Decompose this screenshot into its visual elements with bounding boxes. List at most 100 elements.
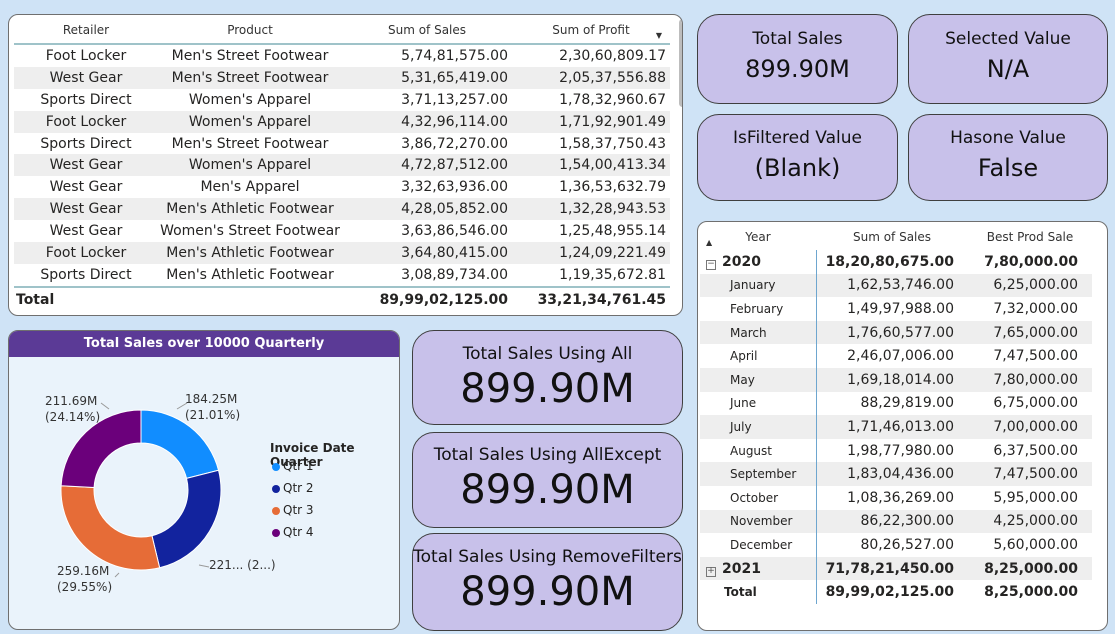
col-header-retailer[interactable]: Retailer [14,17,158,45]
row-value: 71,78,21,450.00 [816,556,968,581]
table-cell: 3,63,86,546.00 [401,223,508,240]
month-value: 1,71,46,013.00 [816,415,968,439]
table-cell: Women's Apparel [158,154,342,177]
table-row[interactable]: Foot Locker Men's Street Footwear 5,74,81,… [14,44,670,67]
sort-asc-icon: ▲ [706,238,713,247]
table-cell: West Gear [49,179,123,196]
table-cell: West Gear [14,66,158,89]
card-title: Hasone Value [950,128,1066,148]
month-label: December [700,533,817,557]
month-value: 5,60,000.00 [993,536,1078,553]
retailer-product-table: Retailer Product Sum of Sales Sum of Pro… [8,14,683,316]
month-row[interactable]: February 1,49,97,988.00 7,32,000.00 [700,297,1092,321]
legend-item-qtr3[interactable]: Qtr 3 [272,503,314,517]
legend-item-qtr2[interactable]: Qtr 2 [272,481,314,495]
donut-chart-panel: Total Sales over 10000 Quarterly 184.25M… [8,330,400,630]
donut-slice-qtr3[interactable] [60,485,161,571]
year-row-2020[interactable]: −2020 18,20,80,675.00 7,80,000.00 [700,250,1092,274]
month-value: 7,80,000.00 [968,367,1092,392]
expand-icon[interactable]: + [706,566,716,577]
card-value: 899.90M [460,366,635,412]
month-value: 7,65,000.00 [968,320,1092,345]
table-cell: 3,32,63,936.00 [401,179,508,196]
month-row[interactable]: August 1,98,77,980.00 6,37,500.00 [700,438,1092,463]
table-row[interactable]: West Gear Men's Athletic Footwear 4,28,05,… [14,198,670,221]
row-label: Total [724,585,757,600]
month-value: 5,95,000.00 [993,489,1078,506]
col-header-sum-of-profit[interactable]: Sum of Profit ▼ [512,17,670,45]
month-row[interactable]: March 1,76,60,577.00 7,65,000.00 [700,320,1092,345]
table-cell: 1,78,32,960.67 [559,91,666,108]
month-row[interactable]: September 1,83,04,436.00 7,47,500.00 [700,462,1092,486]
col-header-best-prod-sale[interactable]: Best Prod Sale [968,224,1092,250]
legend-dot-icon [272,484,280,493]
table-row[interactable]: Sports Direct Men's Athletic Footwear 3,08… [14,264,670,287]
table-row[interactable]: West Gear Women's Street Footwear 3,63,86,… [14,220,670,242]
year-month-matrix: Year ▲ Sum of Sales Best Prod Sale −2020 … [697,221,1108,631]
year-table: Year ▲ Sum of Sales Best Prod Sale −2020 … [700,224,1093,604]
month-row[interactable]: June 88,29,819.00 6,75,000.00 [700,391,1092,416]
table-cell: 5,31,65,419.00 [342,66,512,89]
col-header-sum-of-sales[interactable]: Sum of Sales [816,224,968,250]
legend-dot-icon [272,506,280,515]
table-cell: 4,32,96,114.00 [342,110,512,133]
month-value: 1,98,77,980.00 [847,442,954,459]
month-value: 7,47,500.00 [993,348,1078,365]
card-value: 899.90M [460,467,635,513]
legend-item-qtr4[interactable]: Qtr 4 [272,525,314,539]
month-row[interactable]: January 1,62,53,746.00 6,25,000.00 [700,273,1092,298]
month-row[interactable]: December 80,26,527.00 5,60,000.00 [700,533,1092,557]
month-row[interactable]: July 1,71,46,013.00 7,00,000.00 [700,415,1092,439]
table-row[interactable]: West Gear Women's Apparel 4,72,87,512.00 1,… [14,154,670,177]
table-cell: 3,64,80,415.00 [342,242,512,264]
card-title: Total Sales [752,29,843,49]
month-label: November [700,509,817,534]
month-value: 86,22,300.00 [816,509,968,534]
col-header-product[interactable]: Product [158,17,342,45]
scrollbar-thumb[interactable] [679,19,682,107]
total-row: Total 89,99,02,125.00 8,25,000.00 [700,580,1092,604]
month-label: October [700,485,817,510]
total-sales-using-allexcept-card: Total Sales Using AllExcept 899.90M [412,432,683,528]
month-value: 4,25,000.00 [968,509,1092,534]
month-value: 1,83,04,436.00 [816,462,968,486]
col-header-sum-of-sales[interactable]: Sum of Sales [342,17,512,45]
legend-dot-icon [272,462,280,471]
table-row[interactable]: West Gear Men's Street Footwear 5,31,65,41… [14,66,670,89]
table-row[interactable]: Sports Direct Men's Street Footwear 3,86,7… [14,133,670,155]
month-label: September [700,462,817,486]
card-title: Total Sales Using RemoveFilters [413,547,682,567]
data-label-qtr3: 259.16M (29.55%) [57,564,113,594]
card-value: False [977,154,1039,182]
table-row[interactable]: West Gear Men's Apparel 3,32,63,936.00 1,36… [14,176,670,198]
table-cell: 4,72,87,512.00 [342,154,512,177]
total-sales-card: Total Sales 899.90M [697,14,898,104]
month-value: 80,26,527.00 [860,536,954,553]
total-sales-using-all-card: Total Sales Using All 899.90M [412,330,683,425]
month-row[interactable]: April 2,46,07,006.00 7,47,500.00 [700,344,1092,368]
month-value: 1,49,97,988.00 [847,300,954,317]
table-cell: 5,74,81,575.00 [401,47,508,64]
table-cell: 2,30,60,809.17 [559,47,666,64]
month-value: 1,69,18,014.00 [816,367,968,392]
table-row[interactable]: Foot Locker Men's Athletic Footwear 3,64,8… [14,242,670,264]
col-header-year[interactable]: Year ▲ [700,224,816,250]
table-row[interactable]: Sports Direct Women's Apparel 3,71,13,257.… [14,89,670,111]
table-cell: Men's Street Footwear [171,47,329,64]
month-value: 88,29,819.00 [860,395,954,412]
table-cell: 2,05,37,556.88 [512,66,670,89]
table-cell: Women's Apparel [188,91,312,108]
donut-slice-qtr2[interactable] [151,469,222,569]
chart-title: Total Sales over 10000 Quarterly [9,331,399,357]
table-row[interactable]: Foot Locker Women's Apparel 4,32,96,114.00… [14,110,670,133]
legend-item-qtr1[interactable]: Qtr 1 [272,459,314,473]
collapse-icon[interactable]: − [706,259,716,270]
table-cell: West Gear [14,154,158,177]
month-row[interactable]: November 86,22,300.00 4,25,000.00 [700,509,1092,534]
month-label: June [700,391,817,416]
month-value: 6,37,500.00 [993,442,1078,459]
year-row-2021[interactable]: +2021 71,78,21,450.00 8,25,000.00 [700,556,1092,581]
card-value: 899.90M [460,569,635,615]
month-row[interactable]: May 1,69,18,014.00 7,80,000.00 [700,367,1092,392]
month-row[interactable]: October 1,08,36,269.00 5,95,000.00 [700,485,1092,510]
